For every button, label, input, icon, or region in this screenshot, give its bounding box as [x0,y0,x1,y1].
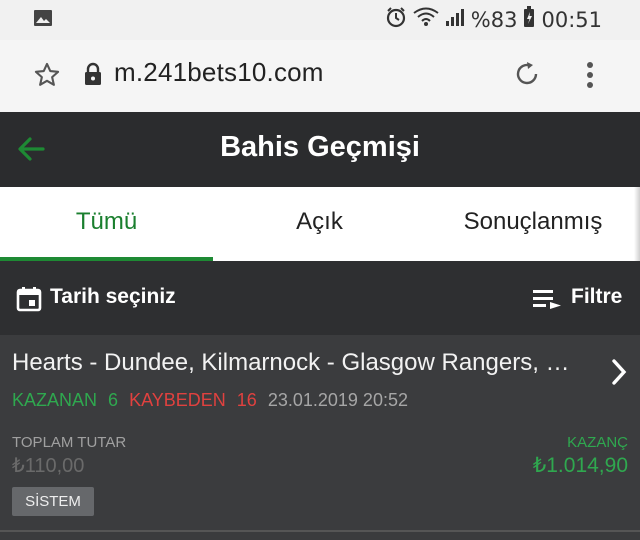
bet-title: Hearts - Dundee, Kilmarnock - Glasgow Ra… [12,349,582,376]
lost-label: KAYBEDEN [129,390,226,410]
chevron-right-icon[interactable] [609,357,629,392]
winnings-label: KAZANÇ [567,434,628,451]
bet-date: 23.01.2019 20:52 [267,390,408,410]
tab-all[interactable]: Tümü [0,187,213,261]
bet-history-item[interactable]: Hearts - Dundee, Kilmarnock - Glasgow Ra… [0,335,640,532]
filter-button[interactable]: Filtre [571,285,622,309]
wifi-icon [413,7,439,32]
total-stake-value: ₺110,00 [12,455,85,477]
filter-bar: Tarih seçiniz Filtre [0,261,640,335]
status-bar: %83 00:51 [0,0,640,40]
won-count: 6 [108,390,119,410]
tab-open[interactable]: Açık [213,187,426,261]
bet-type-badge: SİSTEM [12,487,94,516]
browser-url-bar: m.241bets10.com [0,40,640,113]
won-label: KAZANAN [12,390,98,410]
page-title: Bahis Geçmişi [220,131,420,163]
reload-icon[interactable] [512,59,542,94]
calendar-icon[interactable] [16,286,42,317]
winnings-value: ₺1.014,90 [532,454,628,477]
clock-time: 00:51 [541,7,602,32]
tabs-scroll-edge [634,187,640,261]
battery-level: %83 [470,7,518,32]
signal-icon [445,7,465,32]
battery-icon [523,6,535,33]
total-stake-label: TOPLAM TUTAR [12,434,127,451]
image-icon [33,9,53,32]
app-header: Bahis Geçmişi [0,112,640,187]
filter-list-icon[interactable] [533,288,561,315]
date-picker-button[interactable]: Tarih seçiniz [50,285,176,309]
more-vert-icon[interactable] [583,60,597,95]
tab-settled[interactable]: Sonuçlanmış [426,187,640,261]
star-icon[interactable] [33,61,61,94]
bet-meta: KAZANAN 6 KAYBEDEN 16 23.01.2019 20:52 [12,390,408,411]
alarm-icon [385,6,407,33]
lock-icon [83,62,103,91]
url-address[interactable]: m.241bets10.com [114,57,324,88]
lost-count: 16 [236,390,257,410]
tab-bar: Tümü Açık Sonuçlanmış [0,187,640,262]
